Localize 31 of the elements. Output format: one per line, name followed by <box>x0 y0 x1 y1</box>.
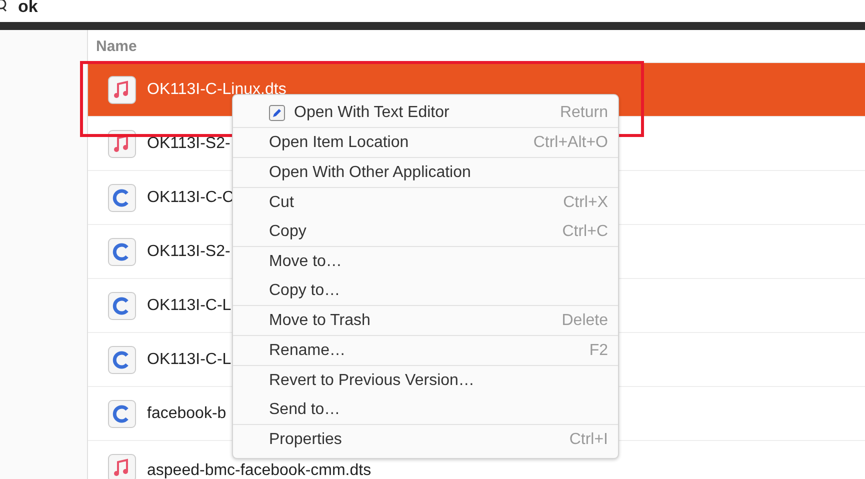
file-name: OK113I-S2- <box>147 242 230 260</box>
menu-item[interactable]: Revert to Previous Version… <box>233 366 618 395</box>
menu-item[interactable]: Open With Other Application <box>233 158 618 187</box>
column-header[interactable]: Name <box>96 38 137 54</box>
menu-item[interactable]: Move to… <box>233 247 618 276</box>
music-file-icon <box>108 76 136 104</box>
menu-item[interactable]: Open With Text Editor Return <box>233 98 618 127</box>
c-file-icon <box>108 292 136 320</box>
menu-item[interactable]: Copy to… <box>233 276 618 305</box>
c-file-icon <box>108 238 136 266</box>
file-name: OK113I-S2- <box>147 134 230 152</box>
menu-item[interactable]: Cut Ctrl+X <box>233 188 618 217</box>
file-name: facebook-b <box>147 404 226 422</box>
file-name: OK113I-C-L <box>147 350 232 368</box>
text-editor-icon <box>269 104 285 120</box>
file-name: OK113I-C-L <box>147 296 232 314</box>
file-name: OK113I-C-C <box>147 188 234 206</box>
search-icon <box>0 0 8 12</box>
menu-item[interactable]: Copy Ctrl+C <box>233 217 618 246</box>
menu-item[interactable]: Send to… <box>233 395 618 424</box>
c-file-icon <box>108 400 136 428</box>
menu-item[interactable]: Properties Ctrl+I <box>233 425 618 454</box>
menu-item[interactable]: Rename… F2 <box>233 336 618 365</box>
file-name: aspeed-bmc-facebook-cmm.dts <box>147 462 372 479</box>
c-file-icon <box>108 346 136 374</box>
c-file-icon <box>108 184 136 212</box>
menu-item[interactable]: Move to Trash Delete <box>233 306 618 335</box>
music-file-icon <box>108 130 136 158</box>
file-name: OK113I-C-Linux.dts <box>147 80 286 98</box>
menu-item[interactable]: Open Item Location Ctrl+Alt+O <box>233 128 618 157</box>
search-field[interactable]: ok <box>18 0 38 14</box>
